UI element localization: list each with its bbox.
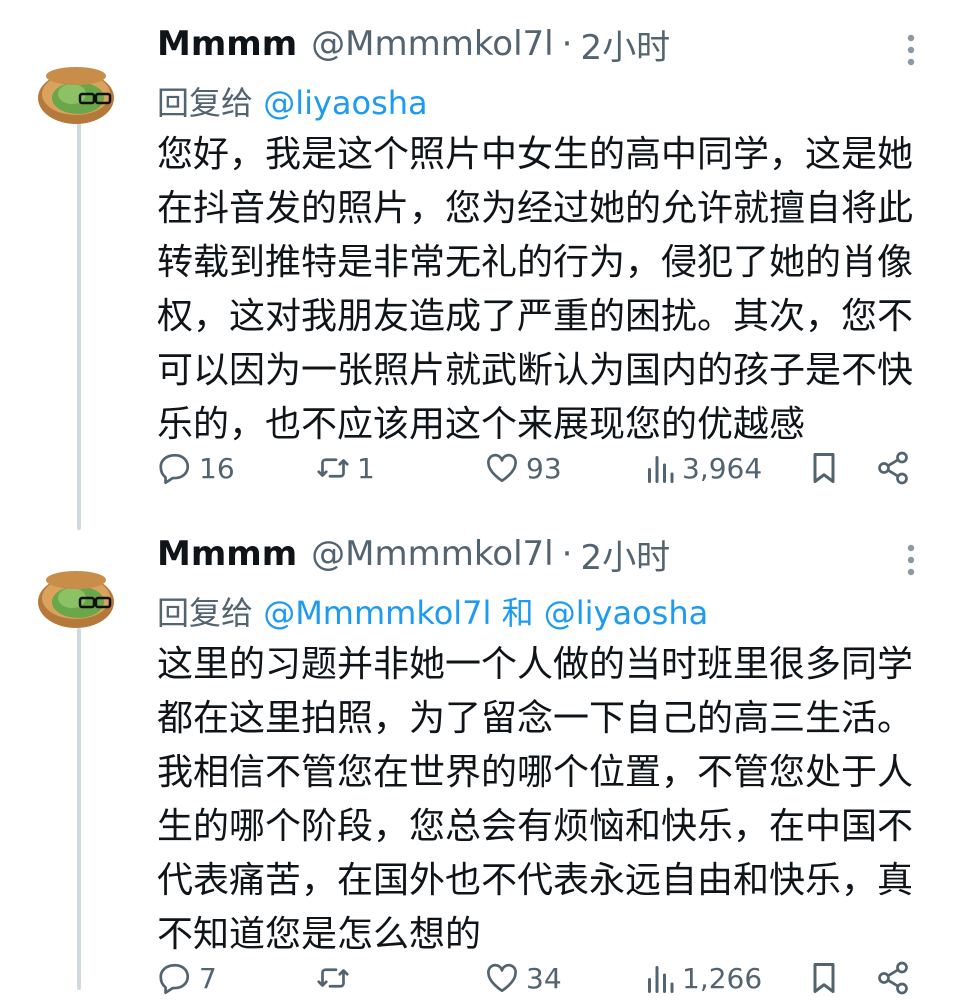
more-vertical-icon <box>907 34 915 66</box>
views-button[interactable]: 1,266 <box>644 956 762 1000</box>
replying-to-label: 回复给 <box>157 84 254 122</box>
action-bar: 7 34 1,266 <box>157 956 937 1000</box>
like-button[interactable]: 93 <box>484 446 562 490</box>
views-chart-icon <box>648 456 674 483</box>
bookmark-icon <box>813 453 835 483</box>
display-name[interactable]: Mmmm <box>157 534 297 574</box>
avatar-cartoon-icon <box>38 571 114 628</box>
replying-to: 回复给 @liyaosha <box>157 78 428 124</box>
tweet-header: Mmmm @Mmmmkol7l · 2小时 <box>157 18 670 70</box>
user-handle[interactable]: @Mmmmkol7l <box>311 534 554 574</box>
retweet-count: 1 <box>357 451 375 485</box>
bookmark-button[interactable] <box>807 956 841 1000</box>
avatar-cartoon-icon <box>38 67 114 124</box>
heart-icon <box>487 453 517 483</box>
like-button[interactable]: 34 <box>484 956 562 1000</box>
reply-button[interactable]: 16 <box>157 446 235 490</box>
views-button[interactable]: 3,964 <box>644 446 762 490</box>
retweet-icon <box>317 458 349 478</box>
more-options-button[interactable] <box>897 30 925 70</box>
tweet-text: 这里的习题并非她一个人做的当时班里很多同学都在这里拍照，为了留念一下自己的高三生… <box>157 644 914 955</box>
share-icon <box>878 961 908 995</box>
heart-icon <box>487 963 517 993</box>
avatar[interactable] <box>34 552 118 636</box>
tweet-text: 您好，我是这个照片中女生的高中同学，这是她在抖音发的照片，您为经过她的允许就擅自… <box>157 134 914 445</box>
avatar[interactable] <box>34 48 118 132</box>
like-count: 93 <box>526 451 562 485</box>
separator-dot: · <box>561 534 573 574</box>
share-button[interactable] <box>875 956 911 1000</box>
reply-count: 16 <box>199 451 235 485</box>
bookmark-button[interactable] <box>807 446 841 490</box>
action-bar: 16 1 93 3,964 <box>157 446 937 490</box>
retweet-button[interactable] <box>315 956 357 1000</box>
tweet-header: Mmmm @Mmmmkol7l · 2小时 <box>157 528 670 580</box>
mention-link[interactable]: @liyaosha <box>263 84 427 122</box>
share-icon <box>878 451 908 485</box>
timestamp[interactable]: 2小时 <box>580 20 670 69</box>
more-vertical-icon <box>907 544 915 576</box>
share-button[interactable] <box>875 446 911 490</box>
views-chart-icon <box>648 966 674 993</box>
reply-icon <box>159 963 190 995</box>
replying-to-label: 回复给 <box>157 594 254 632</box>
reply-button[interactable]: 7 <box>157 956 217 1000</box>
tweet[interactable]: Mmmm @Mmmmkol7l · 2小时 回复给 @liyaosha 您好，我… <box>0 18 960 518</box>
bookmark-icon <box>813 963 835 993</box>
reply-icon <box>159 453 190 485</box>
replying-to: 回复给 @Mmmmkol7l 和 @liyaosha <box>157 588 708 634</box>
retweet-button[interactable]: 1 <box>315 446 375 490</box>
retweet-icon <box>317 968 349 988</box>
view-count: 3,964 <box>682 451 763 485</box>
more-options-button[interactable] <box>897 540 925 580</box>
tweet[interactable]: Mmmm @Mmmmkol7l · 2小时 回复给 @Mmmmkol7l 和 @… <box>0 528 960 995</box>
user-handle[interactable]: @Mmmmkol7l <box>311 24 554 64</box>
separator-dot: · <box>561 24 573 64</box>
display-name[interactable]: Mmmm <box>157 24 297 64</box>
timestamp[interactable]: 2小时 <box>580 530 670 579</box>
mention-link[interactable]: @Mmmmkol7l 和 @liyaosha <box>263 594 708 632</box>
